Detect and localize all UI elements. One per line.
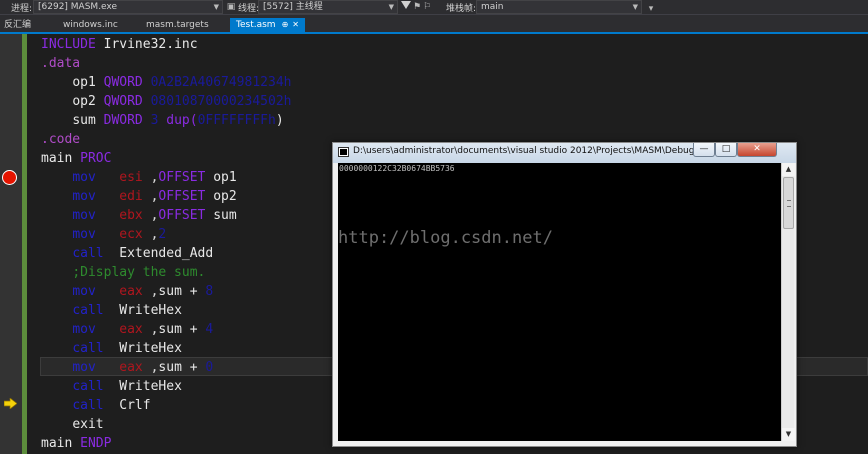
code-line: op1 QWORD 0A2B2A40674981234h xyxy=(72,75,292,90)
console-screen[interactable]: 0000000122C32B0674BB5736 xyxy=(338,163,781,441)
code-line: .data xyxy=(41,56,81,71)
code-line: mov edi ,OFFSET op2 xyxy=(72,189,237,204)
close-icon[interactable]: ✕ xyxy=(292,20,299,29)
chevron-down-icon: ▼ xyxy=(632,3,638,11)
code-line: call WriteHex xyxy=(72,303,182,318)
stack-frame-value: main xyxy=(481,2,504,12)
change-tracking-bar xyxy=(22,34,27,454)
debug-location-toolbar: 进程: [6292] MASM.exe ▼ ▣ 线程: [5572] 主线程 ▼… xyxy=(0,0,868,15)
tab-masm-targets[interactable]: masm.targets xyxy=(146,18,209,32)
code-line: call Extended_Add xyxy=(72,246,214,261)
tab-label: Test.asm xyxy=(236,20,276,30)
console-scrollbar[interactable]: ▲ ▼ xyxy=(781,163,795,441)
current-statement-arrow-icon xyxy=(4,398,17,409)
stack-frame-label: 堆栈帧: xyxy=(446,4,477,14)
minimize-button[interactable]: — xyxy=(693,143,715,157)
watermark: http://blog.csdn.net/ xyxy=(338,228,553,248)
breakpoint-gutter[interactable] xyxy=(0,34,22,454)
chevron-down-icon: ▼ xyxy=(388,3,394,11)
show-flagged-icon[interactable]: ⚐ xyxy=(422,2,432,12)
console-output: 0000000122C32B0674BB5736 xyxy=(339,164,455,173)
flag-threads-icon[interactable]: ⚑ xyxy=(412,2,422,12)
code-line: call Crlf xyxy=(72,398,151,413)
code-line: mov ecx ,2 xyxy=(72,227,167,242)
code-line: mov eax ,sum + 0 xyxy=(72,360,214,375)
console-app-icon[interactable] xyxy=(338,147,349,157)
code-line: main ENDP xyxy=(41,436,112,451)
thread-value: [5572] 主线程 xyxy=(263,2,323,12)
document-tab-strip: 反汇编 windows.inc masm.targets Test.asm ⊕ ✕ xyxy=(0,15,868,34)
toolbar-overflow-icon[interactable]: ▾ xyxy=(646,4,656,14)
code-line: call WriteHex xyxy=(72,379,182,394)
close-button[interactable]: ✕ xyxy=(737,143,777,157)
code-line: mov esi ,OFFSET op1 xyxy=(72,170,237,185)
stack-frame-dropdown[interactable]: main ▼ xyxy=(476,0,642,14)
scroll-down-icon[interactable]: ▼ xyxy=(782,428,795,441)
breakpoint-icon[interactable] xyxy=(2,170,17,185)
process-label: 进程: xyxy=(11,4,33,14)
code-line: .code xyxy=(41,132,81,147)
tab-disassembly[interactable]: 反汇编 xyxy=(4,18,31,32)
scroll-thumb[interactable] xyxy=(783,177,794,229)
scroll-up-icon[interactable]: ▲ xyxy=(782,163,795,176)
code-line: op2 QWORD 08010870000234502h xyxy=(72,94,292,109)
code-line: call WriteHex xyxy=(72,341,182,356)
code-line: exit xyxy=(72,417,104,432)
pin-icon[interactable]: ⊕ xyxy=(282,20,289,29)
code-line: sum DWORD 3 dup(0FFFFFFFFh) xyxy=(72,113,284,128)
code-line: main PROC xyxy=(41,151,112,166)
code-line: mov eax ,sum + 4 xyxy=(72,322,214,337)
lifecycle-events-icon[interactable]: ▣ xyxy=(226,2,236,12)
filter-icon[interactable] xyxy=(401,1,411,9)
maximize-button[interactable]: □ xyxy=(715,143,737,157)
code-line: mov ebx ,OFFSET sum xyxy=(72,208,237,223)
process-dropdown[interactable]: [6292] MASM.exe ▼ xyxy=(33,0,223,14)
thread-dropdown[interactable]: [5572] 主线程 ▼ xyxy=(258,0,398,14)
console-window[interactable]: D:\users\administrator\documents\visual … xyxy=(332,142,797,447)
console-title: D:\users\administrator\documents\visual … xyxy=(353,146,703,156)
console-titlebar[interactable]: D:\users\administrator\documents\visual … xyxy=(333,143,796,163)
tab-test-asm[interactable]: Test.asm ⊕ ✕ xyxy=(230,18,305,32)
code-line: INCLUDE Irvine32.inc xyxy=(41,37,198,52)
code-line: ;Display the sum. xyxy=(72,265,206,280)
thread-label: 线程: xyxy=(238,4,260,14)
tab-windows-inc[interactable]: windows.inc xyxy=(63,18,118,32)
process-value: [6292] MASM.exe xyxy=(38,2,118,12)
chevron-down-icon: ▼ xyxy=(213,3,219,11)
code-line: mov eax ,sum + 8 xyxy=(72,284,214,299)
